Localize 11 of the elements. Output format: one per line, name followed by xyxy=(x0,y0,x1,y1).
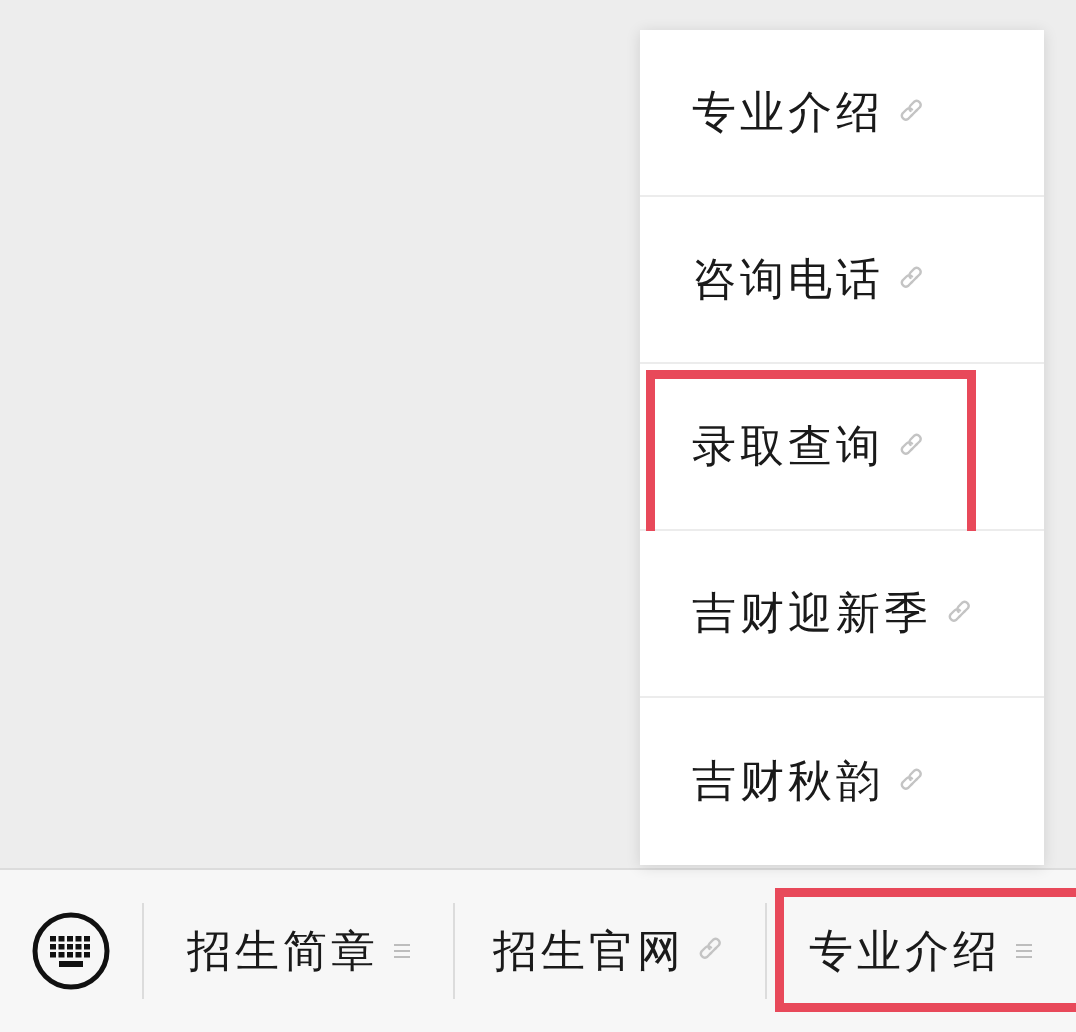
menu-tab[interactable]: 专业介绍 xyxy=(766,870,1076,1032)
submenu-item[interactable]: 咨询电话 xyxy=(640,197,1044,364)
submenu-item[interactable]: 吉财迎新季 xyxy=(640,531,1044,698)
menu-tab[interactable]: 招生官网 xyxy=(455,870,765,1032)
menu-tab[interactable]: 招生简章 xyxy=(144,870,454,1032)
menu-icon xyxy=(1015,941,1034,961)
submenu-item[interactable]: 吉财秋韵 xyxy=(640,698,1044,865)
menu-icon xyxy=(392,941,411,961)
submenu-item[interactable]: 录取查询 xyxy=(640,364,1044,531)
keyboard-icon[interactable] xyxy=(31,911,111,991)
submenu-item[interactable]: 专业介绍 xyxy=(640,30,1044,197)
